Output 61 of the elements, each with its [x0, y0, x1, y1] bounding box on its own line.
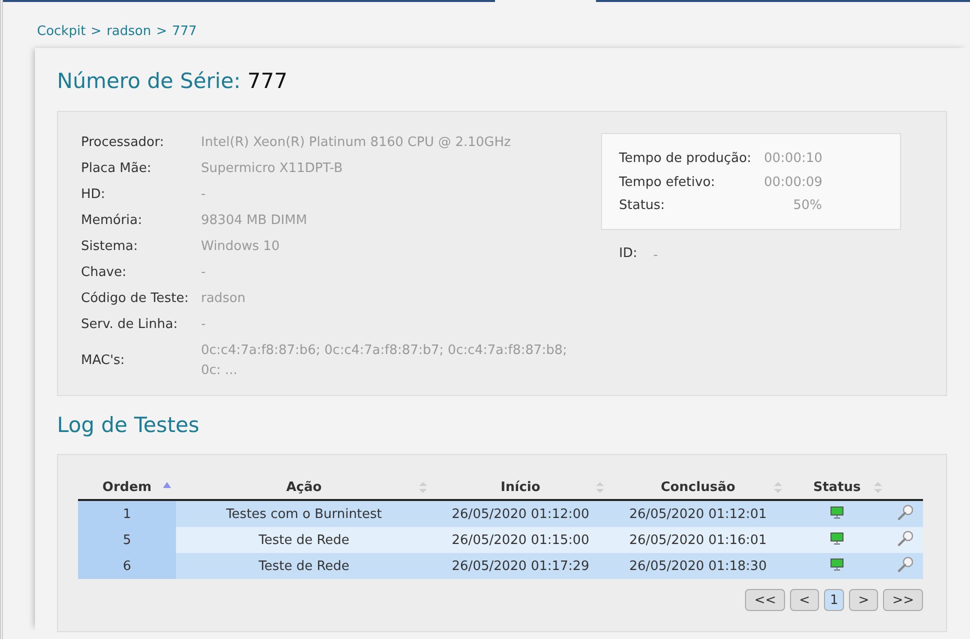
field-label: MAC's: [81, 352, 126, 370]
table-cell: 6 [122, 558, 132, 574]
field-label: HD: [81, 186, 106, 204]
monitor-icon [830, 558, 844, 570]
table-cell: 5 [122, 532, 132, 548]
page-title: Número de Série: 777 [57, 69, 288, 93]
table-cell: 26/05/2020 01:12:01 [629, 506, 767, 522]
monitor-icon [830, 532, 844, 544]
table-cell: Teste de Rede [258, 558, 350, 574]
field-label: Serv. de Linha: [81, 316, 179, 334]
field-label: Placa Mãe: [81, 160, 152, 178]
field-label: Tempo efetivo: [619, 174, 716, 191]
field-label: Sistema: [81, 238, 139, 256]
magnifier-icon [897, 530, 913, 546]
page-button[interactable]: < [790, 589, 820, 611]
field-label: ID: [619, 246, 638, 262]
table-cell: 26/05/2020 01:16:01 [629, 532, 767, 548]
page-button[interactable]: >> [883, 589, 923, 611]
magnifier-icon [897, 556, 913, 572]
field-value: - [653, 246, 658, 264]
table-cell: 26/05/2020 01:15:00 [452, 532, 590, 548]
field-label: Status: [619, 197, 666, 214]
breadcrumb-link[interactable]: 777 [172, 24, 197, 39]
section-title: Log de Testes [57, 413, 200, 437]
field-label: Memória: [81, 212, 144, 230]
column-header[interactable]: Conclusão [660, 480, 736, 494]
breadcrumb-link[interactable]: Cockpit [37, 24, 86, 39]
field-value: 00:00:10 [764, 150, 822, 168]
table-cell: 26/05/2020 01:17:29 [452, 558, 590, 574]
page-button[interactable]: > [849, 589, 878, 611]
field-value: 0c:c4:7a:f8:87:b6; 0c:c4:7a:f8:87:b7; 0c:c4:7a:f8:87:b8; 0c: ... [201, 342, 568, 380]
field-value: - [201, 264, 207, 282]
breadcrumb-separator: > [90, 24, 102, 39]
table-cell: Testes com o Burnintest [226, 506, 382, 522]
field-value: Supermicro X11DPT-B [201, 160, 344, 178]
field-label: Tempo de produção: [619, 150, 752, 168]
table-cell: 26/05/2020 01:18:30 [629, 558, 767, 574]
field-label: Chave: [81, 264, 128, 282]
field-value: - [201, 186, 207, 204]
column-header[interactable]: Status [813, 480, 861, 494]
table-cell: 1 [122, 506, 132, 522]
field-value: 98304 MB DIMM [201, 212, 308, 230]
table-cell: 26/05/2020 01:12:00 [452, 506, 590, 522]
field-label: Código de Teste: [81, 290, 190, 308]
field-label: Processador: [81, 134, 165, 152]
field-value: Windows 10 [201, 238, 281, 256]
column-header[interactable]: Ordem [102, 480, 152, 494]
breadcrumb-separator: > [156, 24, 168, 39]
field-value: - [201, 316, 207, 334]
field-value: radson [201, 290, 247, 308]
table-cell: Teste de Rede [258, 532, 350, 548]
field-value: Intel(R) Xeon(R) Platinum 8160 CPU @ 2.10GHz [201, 134, 512, 152]
column-header[interactable]: Início [500, 480, 540, 494]
field-value: 50% [792, 197, 822, 214]
page-button[interactable]: << [745, 589, 786, 611]
field-value: 00:00:09 [764, 174, 822, 191]
column-header[interactable]: Ação [286, 480, 322, 494]
magnifier-icon [897, 504, 913, 520]
breadcrumb-link[interactable]: radson [106, 24, 152, 39]
page-button[interactable]: 1 [824, 589, 844, 611]
monitor-icon [830, 506, 844, 518]
